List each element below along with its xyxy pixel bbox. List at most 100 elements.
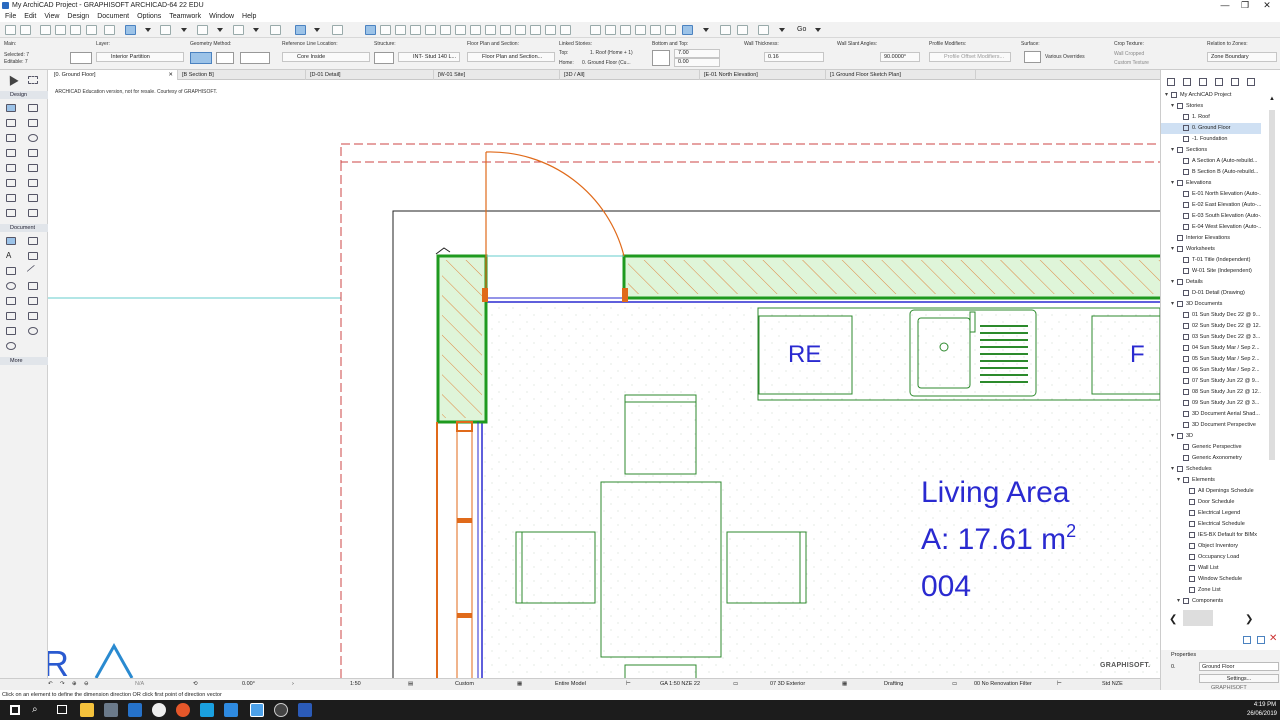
window-tool-icon[interactable] <box>28 134 38 142</box>
tree-item[interactable]: Wall List <box>1161 563 1261 574</box>
split-icon[interactable] <box>455 25 466 35</box>
menu-view[interactable]: View <box>44 12 59 22</box>
arrow-tool-icon[interactable] <box>5 73 19 86</box>
tree-item[interactable]: B Section B (Auto-rebuild... <box>1161 167 1261 178</box>
mvo-value[interactable]: GA 1:50 NZE 22 <box>660 680 700 689</box>
tab-detail[interactable]: [D-01 Detail] <box>306 70 434 80</box>
chevron-down-icon[interactable] <box>180 25 188 35</box>
tree-item[interactable]: 03 Sun Study Dec 22 @ 3... <box>1161 332 1261 343</box>
label-tool-icon[interactable] <box>28 252 38 260</box>
line-icon[interactable] <box>395 25 406 35</box>
tree-item[interactable]: Zone List <box>1161 585 1261 596</box>
chevron-down-icon[interactable] <box>252 25 260 35</box>
shell-tool-icon[interactable] <box>28 164 38 172</box>
tree-item[interactable]: Electrical Legend <box>1161 508 1261 519</box>
wall-tool-icon[interactable] <box>6 104 16 112</box>
tree-item[interactable]: 3D Document Aerial Shad... <box>1161 409 1261 420</box>
lock-icon[interactable] <box>332 25 343 35</box>
favorites-icon[interactable] <box>590 25 601 35</box>
settings-button[interactable]: Settings... <box>1199 674 1279 683</box>
menu-edit[interactable]: Edit <box>24 12 36 22</box>
tree-item[interactable]: ▾ Schedules <box>1161 464 1261 475</box>
lamp-tool-icon[interactable] <box>28 209 38 217</box>
interior-elevation-tool-icon[interactable] <box>28 312 38 320</box>
wall-geometry-icon[interactable] <box>216 52 234 64</box>
toolbox-design-header[interactable]: Design <box>0 91 48 99</box>
paste-icon[interactable] <box>70 25 81 35</box>
profile-select[interactable]: Profile Offset Modifiers... <box>929 52 1011 62</box>
menu-design[interactable]: Design <box>67 12 89 22</box>
object-tool-icon[interactable] <box>6 194 16 202</box>
menu-window[interactable]: Window <box>209 12 234 22</box>
layer-combination-icon[interactable]: ▤ <box>408 680 413 689</box>
thickness-input[interactable]: 0.16 <box>764 52 824 62</box>
grid-snap-icon[interactable] <box>233 25 244 35</box>
menu-document[interactable]: Document <box>97 12 129 22</box>
dimension-tool-icon[interactable] <box>6 237 16 245</box>
chevron-down-icon[interactable] <box>144 25 152 35</box>
view-map-icon[interactable] <box>682 25 693 35</box>
tree-item[interactable]: ▾ Sections <box>1161 145 1261 156</box>
tree-item[interactable]: A Section A (Auto-rebuild... <box>1161 156 1261 167</box>
redo-icon[interactable] <box>20 25 31 35</box>
magic-wand-icon[interactable] <box>365 25 376 35</box>
marquee-tool-icon[interactable] <box>28 76 38 84</box>
3d-view-icon[interactable] <box>605 25 616 35</box>
redo-icon[interactable]: ↷ <box>60 680 65 689</box>
fit-in-window-icon[interactable] <box>758 25 769 35</box>
scroll-right-icon[interactable]: ❯ <box>1245 614 1253 625</box>
layer-icon[interactable] <box>197 25 208 35</box>
dimension-value[interactable]: Std NZE <box>1102 680 1123 689</box>
close-tab-icon[interactable]: ✕ <box>168 70 173 80</box>
delete-view-icon[interactable]: ✕ <box>1269 633 1277 644</box>
tree-item[interactable]: All Openings Schedule <box>1161 486 1261 497</box>
arc-tool-icon[interactable] <box>6 282 16 290</box>
tree-item[interactable]: W-01 Site (Independent) <box>1161 266 1261 277</box>
beam-tool-icon[interactable] <box>6 119 16 127</box>
view-map-icon[interactable] <box>1183 78 1191 86</box>
zoom-in-icon[interactable] <box>720 25 731 35</box>
publisher-icon[interactable] <box>1215 78 1223 86</box>
zoom-out-icon[interactable]: ⊖ <box>84 680 89 689</box>
view-icon[interactable]: ▭ <box>733 680 738 689</box>
tab-sketch-plan[interactable]: [1 Ground Floor Sketch Plan] <box>826 70 976 80</box>
tree-item[interactable]: -1. Foundation <box>1161 134 1261 145</box>
mirror-icon[interactable] <box>530 25 541 35</box>
tree-item[interactable]: 3D Document Perspective <box>1161 420 1261 431</box>
home-story-value[interactable]: 0. Ground Floor (Cu... <box>582 60 631 66</box>
chrome-icon[interactable] <box>152 703 166 717</box>
tree-item[interactable]: 04 Sun Study Mar / Sep 2... <box>1161 343 1261 354</box>
tree-item[interactable]: Electrical Schedule <box>1161 519 1261 530</box>
tab-3d[interactable]: [3D / All] <box>560 70 700 80</box>
zoom-out-icon[interactable] <box>737 25 748 35</box>
chevron-down-icon[interactable] <box>702 25 710 35</box>
open-icon[interactable] <box>86 25 97 35</box>
copy-icon[interactable] <box>55 25 66 35</box>
task-view-icon[interactable] <box>57 705 67 714</box>
model-value[interactable]: Entire Model <box>555 680 586 689</box>
taskbar-date[interactable]: 26/06/2019 <box>1244 711 1280 717</box>
tree-item[interactable]: 02 Sun Study Dec 22 @ 12... <box>1161 321 1261 332</box>
tree-item[interactable]: T-01 Title (Independent) <box>1161 255 1261 266</box>
menu-options[interactable]: Options <box>137 12 161 22</box>
elevation-icon[interactable] <box>635 25 646 35</box>
chevron-down-icon[interactable] <box>814 25 822 35</box>
tree-item[interactable]: D-01 Detail (Drawing) <box>1161 288 1261 299</box>
toolbox-more-header[interactable]: More <box>0 357 48 365</box>
tree-item[interactable]: Window Schedule <box>1161 574 1261 585</box>
tree-item[interactable]: E-04 West Elevation (Auto-... <box>1161 222 1261 233</box>
stair-tool-icon[interactable] <box>6 149 16 157</box>
rotate-icon[interactable]: ⟲ <box>193 680 198 689</box>
tree-item[interactable]: Generic Perspective <box>1161 442 1261 453</box>
tree-item[interactable]: 06 Sun Study Mar / Sep 2... <box>1161 365 1261 376</box>
roof-tool-icon[interactable] <box>6 164 16 172</box>
drafting-icon[interactable]: ▦ <box>842 680 847 689</box>
worksheet-tool-icon[interactable] <box>6 327 16 335</box>
text-tool-icon[interactable]: A <box>6 252 16 260</box>
zoom-in-icon[interactable]: ⊕ <box>72 680 77 689</box>
cut-icon[interactable] <box>40 25 51 35</box>
bottom-offset-input[interactable]: 0.00 <box>674 58 720 67</box>
window-frame-left[interactable] <box>436 422 438 678</box>
morph-tool-icon[interactable] <box>28 179 38 187</box>
tree-item[interactable]: Door Schedule <box>1161 497 1261 508</box>
